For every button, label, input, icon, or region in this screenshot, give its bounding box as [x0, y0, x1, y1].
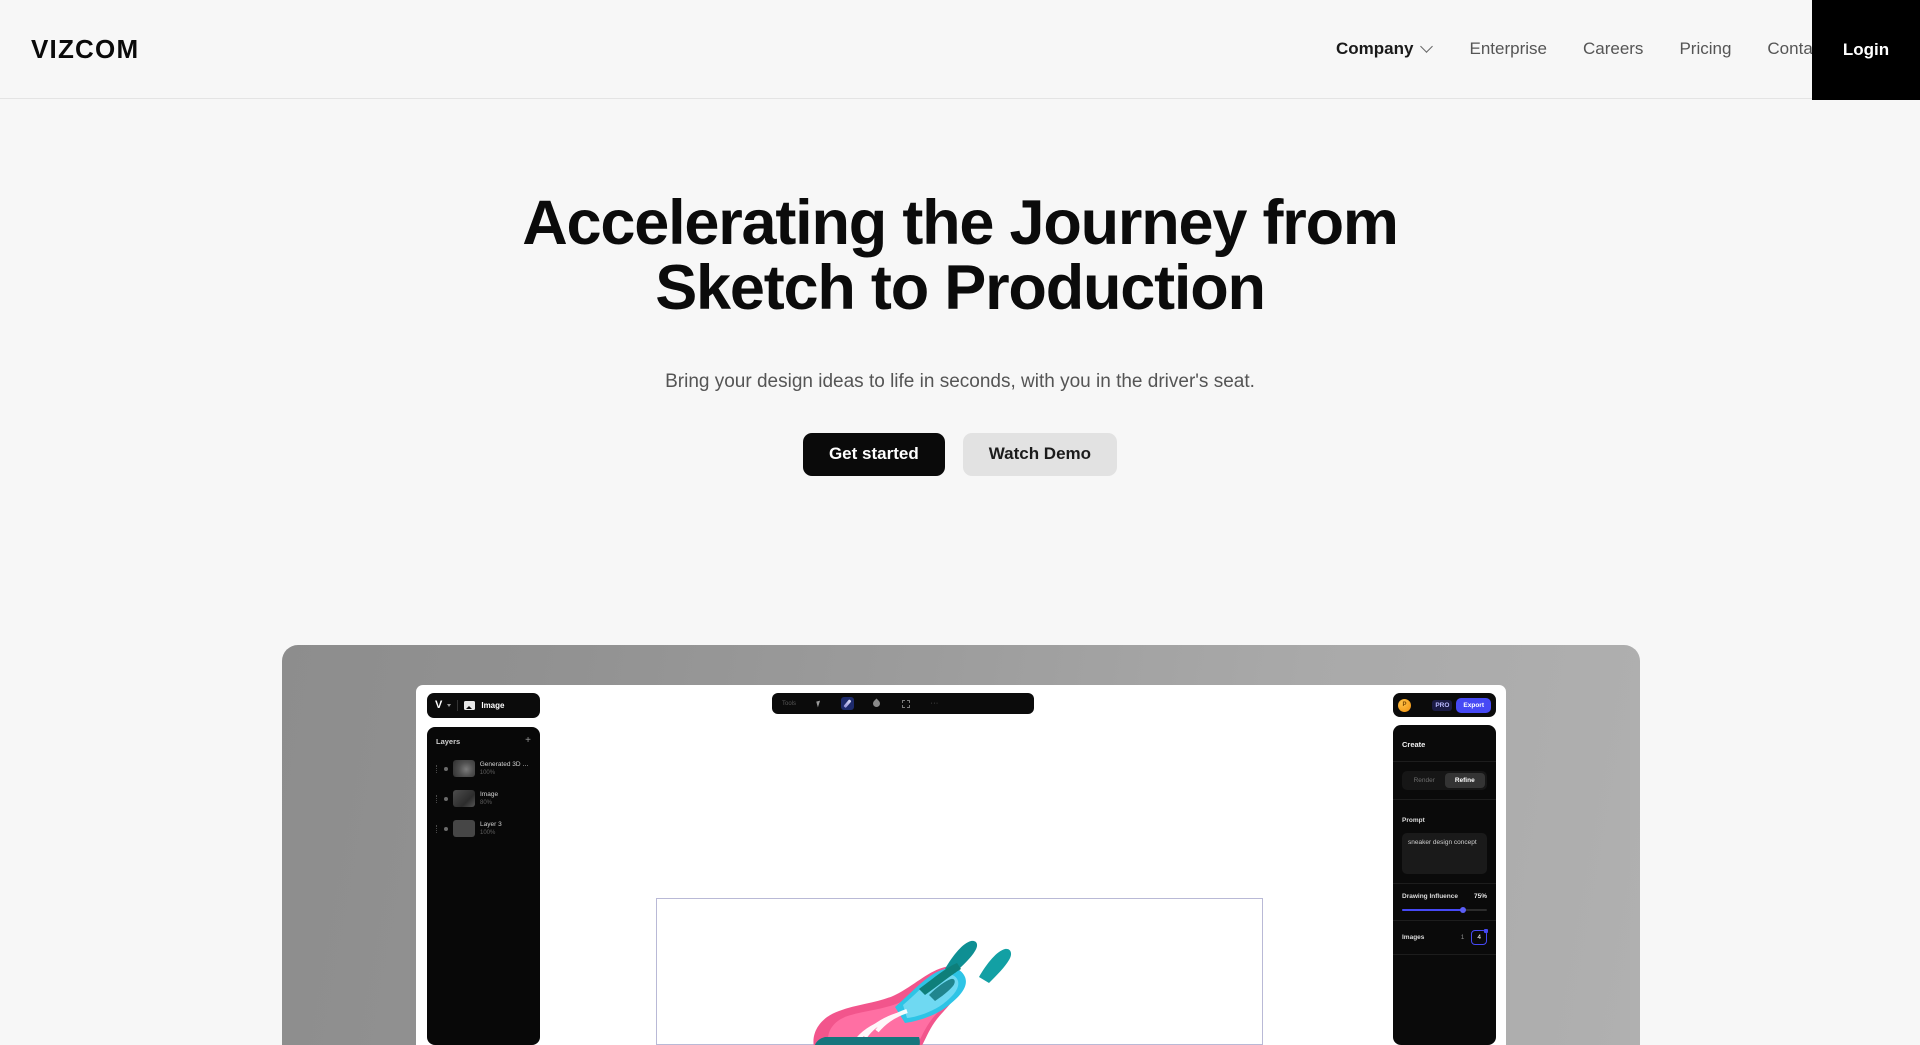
nav-item-careers[interactable]: Careers [1583, 39, 1643, 59]
mode-tabs: Render Refine [1393, 762, 1496, 800]
layer-list-item[interactable]: Layer 3 100% [436, 820, 531, 837]
toolbar-label: Tools [782, 700, 797, 707]
site-header: VIZCOM Company Enterprise Careers Pricin… [0, 0, 1920, 100]
slider-handle[interactable] [1460, 907, 1467, 913]
image-icon [464, 701, 476, 710]
drag-handle-icon[interactable] [436, 764, 439, 773]
layer-list-item[interactable]: Generated 3D m... 100% [436, 760, 531, 777]
app-left-toolbar: V Image [427, 693, 540, 718]
mode-label: Image [481, 701, 505, 710]
nav-item-enterprise[interactable]: Enterprise [1469, 39, 1546, 59]
layer-opacity: 100% [480, 830, 496, 836]
image-count-option-4[interactable]: 4 [1471, 929, 1488, 945]
visibility-icon[interactable] [443, 766, 448, 771]
prompt-label: Prompt [1402, 817, 1425, 824]
nav-item-pricing[interactable]: Pricing [1679, 39, 1731, 59]
vizcom-logo[interactable]: VIZCOM [31, 36, 139, 62]
layer-opacity: 80% [480, 800, 493, 806]
page-title: Accelerating the Journey from Sketch to … [522, 188, 1399, 323]
create-panel: Create Render Refine Prompt sneaker desi… [1393, 725, 1496, 1045]
pen-icon[interactable] [841, 697, 855, 710]
app-screen: V Image Layers + Generated 3D m... 100% … [416, 685, 1506, 1045]
plan-badge: PRO [1432, 699, 1453, 711]
add-layer-icon[interactable]: + [525, 736, 531, 746]
images-section: Images 1 4 [1393, 921, 1496, 955]
visibility-icon[interactable] [444, 796, 448, 801]
shape-icon[interactable] [899, 697, 912, 710]
layer-thumbnail [453, 790, 475, 807]
layer-name: Image [480, 791, 499, 798]
tab-refine[interactable]: Refine [1444, 773, 1485, 788]
layer-name: Generated 3D m... [479, 761, 531, 768]
canvas-toolbar: Tools ··· [772, 693, 1034, 714]
layer-name: Layer 3 [480, 821, 502, 828]
cursor-icon[interactable] [812, 697, 825, 710]
eraser-icon[interactable] [870, 697, 883, 710]
tab-render[interactable]: Render [1404, 773, 1445, 788]
more-icon[interactable]: ··· [928, 697, 941, 710]
create-panel-header: Create [1393, 725, 1496, 762]
drag-handle-icon[interactable] [436, 824, 439, 833]
prompt-section: Prompt sneaker design concept [1393, 800, 1496, 884]
vizcom-mark-icon[interactable]: V [435, 700, 442, 711]
export-button[interactable]: Export [1456, 697, 1491, 713]
sneaker-artwork [813, 940, 1012, 1045]
images-label: Images [1402, 934, 1425, 941]
layer-list-item[interactable]: Image 80% [436, 790, 531, 807]
chevron-down-icon[interactable] [447, 704, 452, 707]
create-panel-title: Create [1402, 740, 1426, 749]
layers-panel: Layers + Generated 3D m... 100% Image 80… [427, 727, 540, 1045]
laptop-frame: V Image Layers + Generated 3D m... 100% … [282, 645, 1640, 1045]
nav-item-company[interactable]: Company [1336, 39, 1433, 59]
layer-opacity: 100% [479, 770, 496, 776]
get-started-button[interactable]: Get started [802, 432, 945, 476]
image-count-option-1[interactable]: 1 [1461, 934, 1465, 941]
layers-panel-title: Layers [436, 736, 461, 746]
hero-subtitle: Bring your design ideas to life in secon… [665, 370, 1255, 392]
drawing-influence-slider[interactable] [1402, 907, 1487, 913]
watch-demo-button[interactable]: Watch Demo [962, 432, 1118, 476]
hero-section: Accelerating the Journey from Sketch to … [0, 99, 1920, 476]
prompt-input[interactable]: sneaker design concept [1402, 833, 1487, 874]
layers-panel-header: Layers + [436, 736, 531, 746]
drawing-influence-value: 75% [1473, 893, 1487, 900]
divider [457, 700, 459, 711]
nav-item-company-label: Company [1336, 39, 1414, 58]
slider-fill [1402, 909, 1464, 911]
visibility-icon[interactable] [444, 826, 448, 831]
login-button[interactable]: Login [1812, 0, 1920, 100]
avatar[interactable]: P [1398, 698, 1411, 712]
layer-thumbnail [452, 760, 475, 777]
app-account-bar: P PRO Export [1393, 693, 1496, 717]
design-canvas[interactable] [656, 898, 1263, 1045]
drawing-influence-section: Drawing Influence 75% [1393, 884, 1496, 921]
chevron-down-icon [1422, 42, 1433, 53]
layer-thumbnail [453, 820, 475, 837]
drag-handle-icon[interactable] [436, 794, 439, 803]
hero-cta-group: Get started Watch Demo [0, 432, 1920, 476]
drawing-influence-label: Drawing Influence [1402, 893, 1458, 900]
product-screenshot-mockup: V Image Layers + Generated 3D m... 100% … [282, 645, 1640, 1045]
